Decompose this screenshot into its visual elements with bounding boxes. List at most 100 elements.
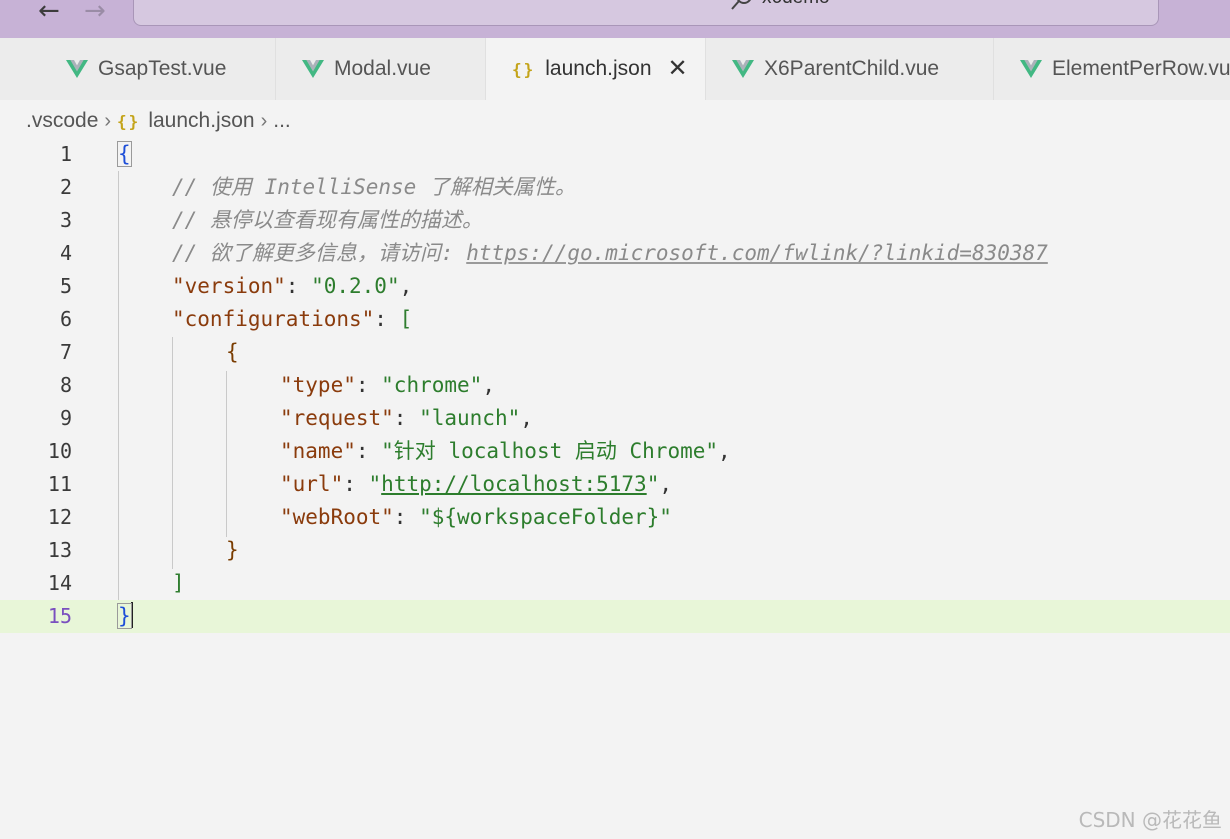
tab-gsaptest[interactable]: GsapTest.vue [40, 38, 276, 100]
code-line: 1 { [0, 138, 1230, 171]
vue-icon [302, 60, 324, 78]
json-key: "type" [280, 373, 356, 397]
back-arrow-icon[interactable]: ← [38, 0, 60, 24]
tab-label: ElementPerRow.vue [1052, 57, 1230, 80]
comma-token: , [659, 472, 672, 496]
json-braces-icon: {} [512, 59, 536, 79]
breadcrumb: .vscode › {} launch.json › ... [26, 106, 291, 136]
tab-launch-json[interactable]: {} launch.json ✕ [486, 38, 706, 100]
code-line: 10 "name": "针对 localhost 启动 Chrome", [0, 435, 1230, 468]
comma-token: , [399, 274, 413, 298]
line-number: 14 [47, 571, 72, 595]
code-line: 13 } [0, 534, 1230, 567]
comma-token: , [718, 439, 731, 463]
colon-token: : [393, 505, 420, 529]
colon-token: : [343, 472, 369, 496]
vue-icon [732, 60, 754, 78]
json-key: "url" [280, 472, 344, 496]
line-number: 8 [59, 373, 72, 397]
brace-token: { [226, 340, 239, 364]
brace-token: } [226, 538, 239, 562]
code-line: 14 ] [0, 567, 1230, 600]
comment-link[interactable]: https://go.microsoft.com/fwlink/?linkid=… [466, 241, 1048, 265]
code-line: 11 "url": "http://localhost:5173", [0, 468, 1230, 501]
text-cursor [130, 602, 133, 628]
colon-token: : [393, 406, 420, 430]
tab-label: launch.json [545, 57, 652, 80]
colon-token: : [374, 307, 400, 331]
close-icon[interactable]: ✕ [668, 57, 688, 81]
comma-token: , [520, 406, 533, 430]
search-icon [731, 0, 751, 10]
code-line: 3 // 悬停以查看现有属性的描述。 [0, 204, 1230, 237]
code-line: 5 "version": "0.2.0", [0, 270, 1230, 303]
tab-label: X6ParentChild.vue [764, 57, 940, 80]
comment-token: // 悬停以查看现有属性的描述。 [172, 208, 483, 232]
code-editor[interactable]: 1 { 2 // 使用 IntelliSense 了解相关属性。 3 // 悬停… [0, 138, 1230, 658]
vue-icon [1020, 60, 1042, 78]
code-line-current: 15 } [0, 600, 1230, 633]
workspace-name: x6demo [762, 0, 830, 9]
comma-token: , [482, 373, 495, 397]
tab-label: Modal.vue [334, 57, 431, 80]
line-number: 9 [59, 406, 72, 430]
line-number: 5 [59, 274, 72, 298]
brace-token: { [117, 141, 132, 167]
command-center-search[interactable]: x6demo [133, 0, 1159, 26]
colon-token: : [355, 373, 382, 397]
line-number: 3 [59, 208, 72, 232]
code-line: 4 // 欲了解更多信息，请访问: https://go.microsoft.c… [0, 237, 1230, 270]
code-line: 8 "type": "chrome", [0, 369, 1230, 402]
tab-label: GsapTest.vue [98, 57, 227, 80]
line-number: 12 [47, 505, 72, 529]
line-number: 7 [59, 340, 72, 364]
breadcrumb-file[interactable]: launch.json [148, 109, 254, 133]
line-number: 15 [47, 604, 72, 628]
breadcrumb-folder[interactable]: .vscode [26, 109, 98, 133]
forward-arrow-icon[interactable]: → [84, 0, 106, 24]
watermark: CSDN @花花鱼 [1078, 808, 1222, 832]
json-key: "request" [280, 406, 394, 430]
line-number: 2 [59, 175, 72, 199]
quote-token: " [646, 472, 660, 496]
title-bar: ← → x6demo [0, 0, 1230, 38]
tab-modal[interactable]: Modal.vue [276, 38, 486, 100]
json-value: "针对 localhost 启动 Chrome" [381, 439, 719, 463]
json-key: "configurations" [172, 307, 375, 331]
colon-token: : [285, 274, 312, 298]
chevron-right-icon: › [104, 109, 112, 132]
colon-token: : [355, 439, 382, 463]
editor-tab-bar: GsapTest.vue Modal.vue {} launch.json ✕ … [0, 38, 1230, 100]
vue-icon [66, 60, 88, 78]
comment-token: // 欲了解更多信息，请访问: [172, 241, 467, 265]
code-line: 6 "configurations": [ [0, 303, 1230, 336]
code-line: 12 "webRoot": "${workspaceFolder}" [0, 501, 1230, 534]
chevron-right-icon: › [260, 109, 268, 132]
url-link[interactable]: http://localhost:5173 [381, 472, 647, 496]
json-key: "version" [172, 274, 286, 298]
tab-x6parentchild[interactable]: X6ParentChild.vue [706, 38, 994, 100]
breadcrumb-more[interactable]: ... [273, 109, 291, 133]
quote-token: " [368, 472, 382, 496]
json-key: "name" [280, 439, 356, 463]
json-braces-icon: {} [117, 111, 141, 131]
json-value: "launch" [419, 406, 521, 430]
bracket-token: [ [399, 307, 413, 331]
brace-token: } [117, 603, 132, 629]
json-value: "${workspaceFolder}" [419, 505, 672, 529]
tab-elementperrow[interactable]: ElementPerRow.vue [994, 38, 1230, 100]
json-value: "chrome" [381, 373, 483, 397]
code-line: 7 { [0, 336, 1230, 369]
line-number: 10 [47, 439, 72, 463]
line-number: 1 [59, 142, 72, 166]
comment-token: // 使用 IntelliSense 了解相关属性。 [172, 175, 576, 199]
line-number: 6 [59, 307, 72, 331]
bracket-token: ] [172, 571, 185, 595]
line-number: 11 [47, 472, 72, 496]
json-value: "0.2.0" [311, 274, 400, 298]
code-line: 9 "request": "launch", [0, 402, 1230, 435]
line-number: 13 [47, 538, 72, 562]
line-number: 4 [59, 241, 72, 265]
code-line: 2 // 使用 IntelliSense 了解相关属性。 [0, 171, 1230, 204]
json-key: "webRoot" [280, 505, 394, 529]
